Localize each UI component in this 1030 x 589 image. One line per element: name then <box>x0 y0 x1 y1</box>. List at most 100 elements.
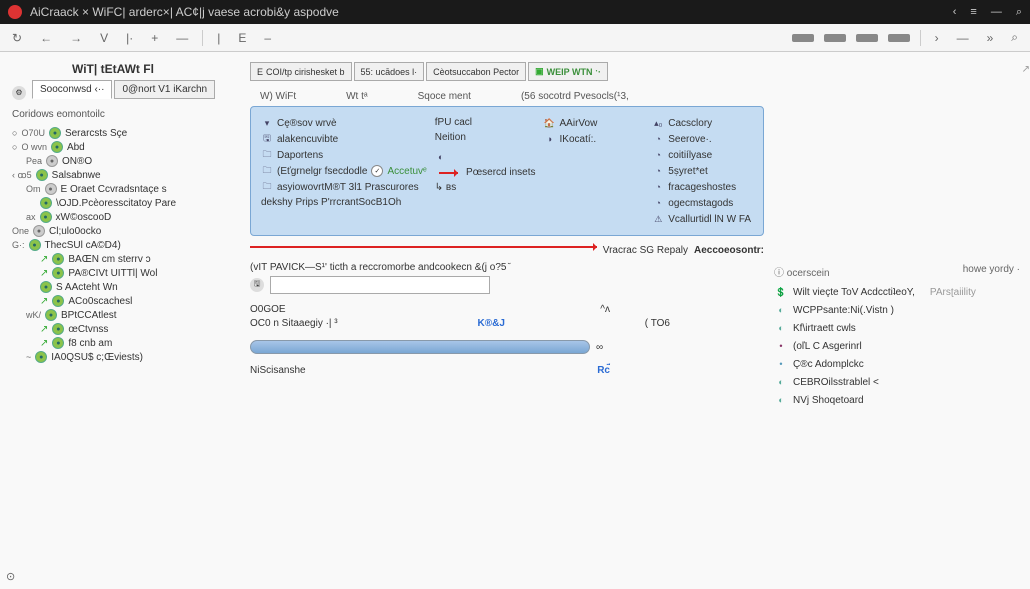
tb-fwd[interactable]: → <box>66 29 86 47</box>
panel-row[interactable]: 🗀asyiowovrtM®T 3l1 Prascurores <box>261 179 427 195</box>
tb-dash2[interactable]: – <box>260 29 275 47</box>
panel-row[interactable]: 🏠AAirVow <box>544 115 645 131</box>
panel-row[interactable]: ↳ ʙs <box>435 180 536 195</box>
panel-row[interactable]: ◔fracageshostes <box>652 179 753 195</box>
row-icon: ◔ <box>652 149 664 161</box>
panel-row[interactable]: Pœsercd insets <box>435 165 536 180</box>
panel-row[interactable]: 🗀(Eťgrnelgr fsecdodle✓Accetuvᵉ <box>261 163 427 179</box>
row2-mid[interactable]: K®&J <box>478 318 505 329</box>
resize-icon[interactable]: ↗ <box>1022 64 1030 75</box>
panel-row[interactable]: 🗀Daportens <box>261 147 427 163</box>
tree-item[interactable]: ~●IA0QSU$ c;Œviests) <box>12 350 246 364</box>
panel-row[interactable]: ◔ogecmstagods <box>652 195 753 211</box>
tree-item[interactable]: wK/●BPtCCAtlest <box>12 308 246 322</box>
row-text: fPU cacl <box>435 117 472 128</box>
last-r[interactable]: Rc̈́ <box>597 365 610 376</box>
settings-icon[interactable]: ⚙ <box>12 86 26 100</box>
tree-item[interactable]: ‹ ꝏ5●Salsabnwe <box>12 168 246 182</box>
row-icon: ⚠ <box>652 213 664 225</box>
right-item[interactable]: ◐Kf\irtraett cwls <box>774 319 1020 337</box>
row2-r: ( TO6 <box>645 318 670 329</box>
window-title: AiCraack × WiFC| arderc×| AC¢|j vaese ac… <box>30 5 953 19</box>
lt-0[interactable]: ECOI/tp cirishesket b <box>250 62 352 81</box>
tab-main[interactable]: Sooconwsd ‹·· <box>32 80 112 99</box>
menu-icon[interactable]: ≡ <box>970 6 976 19</box>
path-input[interactable] <box>270 276 490 294</box>
search-icon[interactable]: ⌕ <box>1016 6 1022 19</box>
lt-3[interactable]: ▣WEIP WTN ˑ· <box>528 62 608 81</box>
tree-item[interactable]: ↗●ACo0scachesl <box>12 294 246 308</box>
tree-item[interactable]: ↗●f8 cnb am <box>12 336 246 350</box>
tb-pipe[interactable]: |· <box>122 29 137 47</box>
tb-dash[interactable]: — <box>172 29 192 47</box>
minimize-icon[interactable]: — <box>991 6 1002 19</box>
tab-second[interactable]: 0@nort V1 iKarchn <box>114 80 215 99</box>
tb-e[interactable]: E <box>234 29 250 47</box>
tree: ○O70U●Serarcsts Sçe○O wvn●AbdPea●ON®O‹ ꝏ… <box>12 126 246 364</box>
tree-label: IA0QSU$ c;Œviests) <box>51 352 143 363</box>
tree-label: S AActeht Wn <box>56 282 118 293</box>
badge-icon: ✓ <box>371 165 383 177</box>
tb-v[interactable]: V <box>96 29 112 47</box>
tb-r3[interactable]: » <box>983 29 998 47</box>
tree-item[interactable]: ↗●BAŒN cm sterrv ɔ <box>12 252 246 266</box>
col-headers: W) WiFt Wt tᵃ Sqoce ment (56 socotrd Pve… <box>260 91 764 102</box>
tree-label: ACo0scachesl <box>68 296 132 307</box>
main-panel: ECOI/tp cirishesket b 55: ucādoes l· Cèo… <box>246 52 770 589</box>
right-item[interactable]: •(oľL C Asgerinrl <box>774 337 1020 355</box>
ch-3: (56 socotrd Pvesocls(¹3, <box>521 91 629 102</box>
tb-r1[interactable]: › <box>931 29 943 47</box>
progress-bar[interactable] <box>250 340 590 354</box>
tree-item[interactable]: Om●E Oraet Ccvradsntaçe s <box>12 182 246 196</box>
tree-item[interactable]: ●\OJD.Pcèoresscitatoy Pare <box>12 196 246 210</box>
row-text: Cacsclory <box>668 118 712 129</box>
tb-bar2 <box>824 34 846 42</box>
row-text: ogecmstagods <box>668 198 733 209</box>
right-item[interactable]: 💲Wilt vieçte ToV AcdcctiʇeoY, PArsʈaiili… <box>774 283 1020 301</box>
back-icon[interactable]: ‹ <box>953 6 957 19</box>
right-item[interactable]: •Ç®c Adomplckc <box>774 355 1020 373</box>
panel-row[interactable]: ◐ <box>435 149 536 165</box>
row-text: dekshy Prips P'rrcrantSocB1Oh <box>261 197 401 208</box>
tb-add[interactable]: + <box>147 29 162 47</box>
tree-label: \OJD.Pcèoresscitatoy Pare <box>56 198 176 209</box>
tree-item[interactable]: ○O wvn●Abd <box>12 140 246 154</box>
tree-label: E Oraet Ccvradsntaçe s <box>61 184 167 195</box>
tb-refresh[interactable]: ↻ <box>8 29 26 47</box>
tree-item[interactable]: One●Cl;ulo0ocko <box>12 224 246 238</box>
tree-item[interactable]: Pea●ON®O <box>12 154 246 168</box>
panel-row[interactable]: Neition <box>435 130 536 145</box>
tree-item[interactable]: ●S AActeht Wn <box>12 280 246 294</box>
right-item[interactable]: ◐WCPPsante:Ni(.Vistn ) <box>774 301 1020 319</box>
tree-item[interactable]: ○O70U●Serarcsts Sçe <box>12 126 246 140</box>
window-titlebar: AiCraack × WiFC| arderc×| AC¢|j vaese ac… <box>0 0 1030 24</box>
panel-row[interactable]: ◔coitiílyase <box>652 147 753 163</box>
lower-panel: (vIT PAVICK—S¹' ticth a reccromorbe andc… <box>250 262 764 376</box>
panel-row[interactable]: ◔Seerove·. <box>652 131 753 147</box>
panel-row[interactable]: ◔5ṣyret*et <box>652 163 753 179</box>
panel-row[interactable]: ◑IKocatí:. <box>544 131 645 147</box>
right-item[interactable]: ◐NVj Shoqetoard <box>774 391 1020 409</box>
tb-back[interactable]: ← <box>36 29 56 47</box>
panel-row[interactable]: 🖫alakencuvibte <box>261 131 427 147</box>
panel-row[interactable] <box>544 155 645 159</box>
tree-item[interactable]: ax●xW©oscooD <box>12 210 246 224</box>
panel-row[interactable]: ▴₀Cacsclory <box>652 115 753 131</box>
panel-row[interactable]: dekshy Prips P'rrcrantSocB1Oh <box>261 195 427 210</box>
tb-r2[interactable]: — <box>953 29 973 47</box>
row-text: (Eťgrnelgr fsecdodle <box>277 166 367 177</box>
item-icon: • <box>774 357 788 371</box>
status-dot-icon: ● <box>29 239 41 251</box>
input-icon: 🖫 <box>250 278 264 292</box>
panel-row[interactable]: ▾Cę®sov wrvè <box>261 115 427 131</box>
lt-1[interactable]: 55: ucādoes l· <box>354 62 425 81</box>
tree-item[interactable]: G·:●ThecSUl сA©D4) <box>12 238 246 252</box>
tree-item[interactable]: ↗●PA®CIVt UITTl| Wol <box>12 266 246 280</box>
lt-2[interactable]: Cèotsuccabon Pector <box>426 62 526 81</box>
panel-row[interactable]: fPU cacl <box>435 115 536 130</box>
panel-row[interactable]: ⚠Vcallurtidl lN W FA <box>652 211 753 227</box>
tree-item[interactable]: ↗●œCtvnss <box>12 322 246 336</box>
tb-pipe2[interactable]: | <box>213 29 224 47</box>
right-item[interactable]: ◐CEBROilsstrablel ˂ <box>774 373 1020 391</box>
tb-r4[interactable]: ⌕ <box>1007 28 1022 47</box>
